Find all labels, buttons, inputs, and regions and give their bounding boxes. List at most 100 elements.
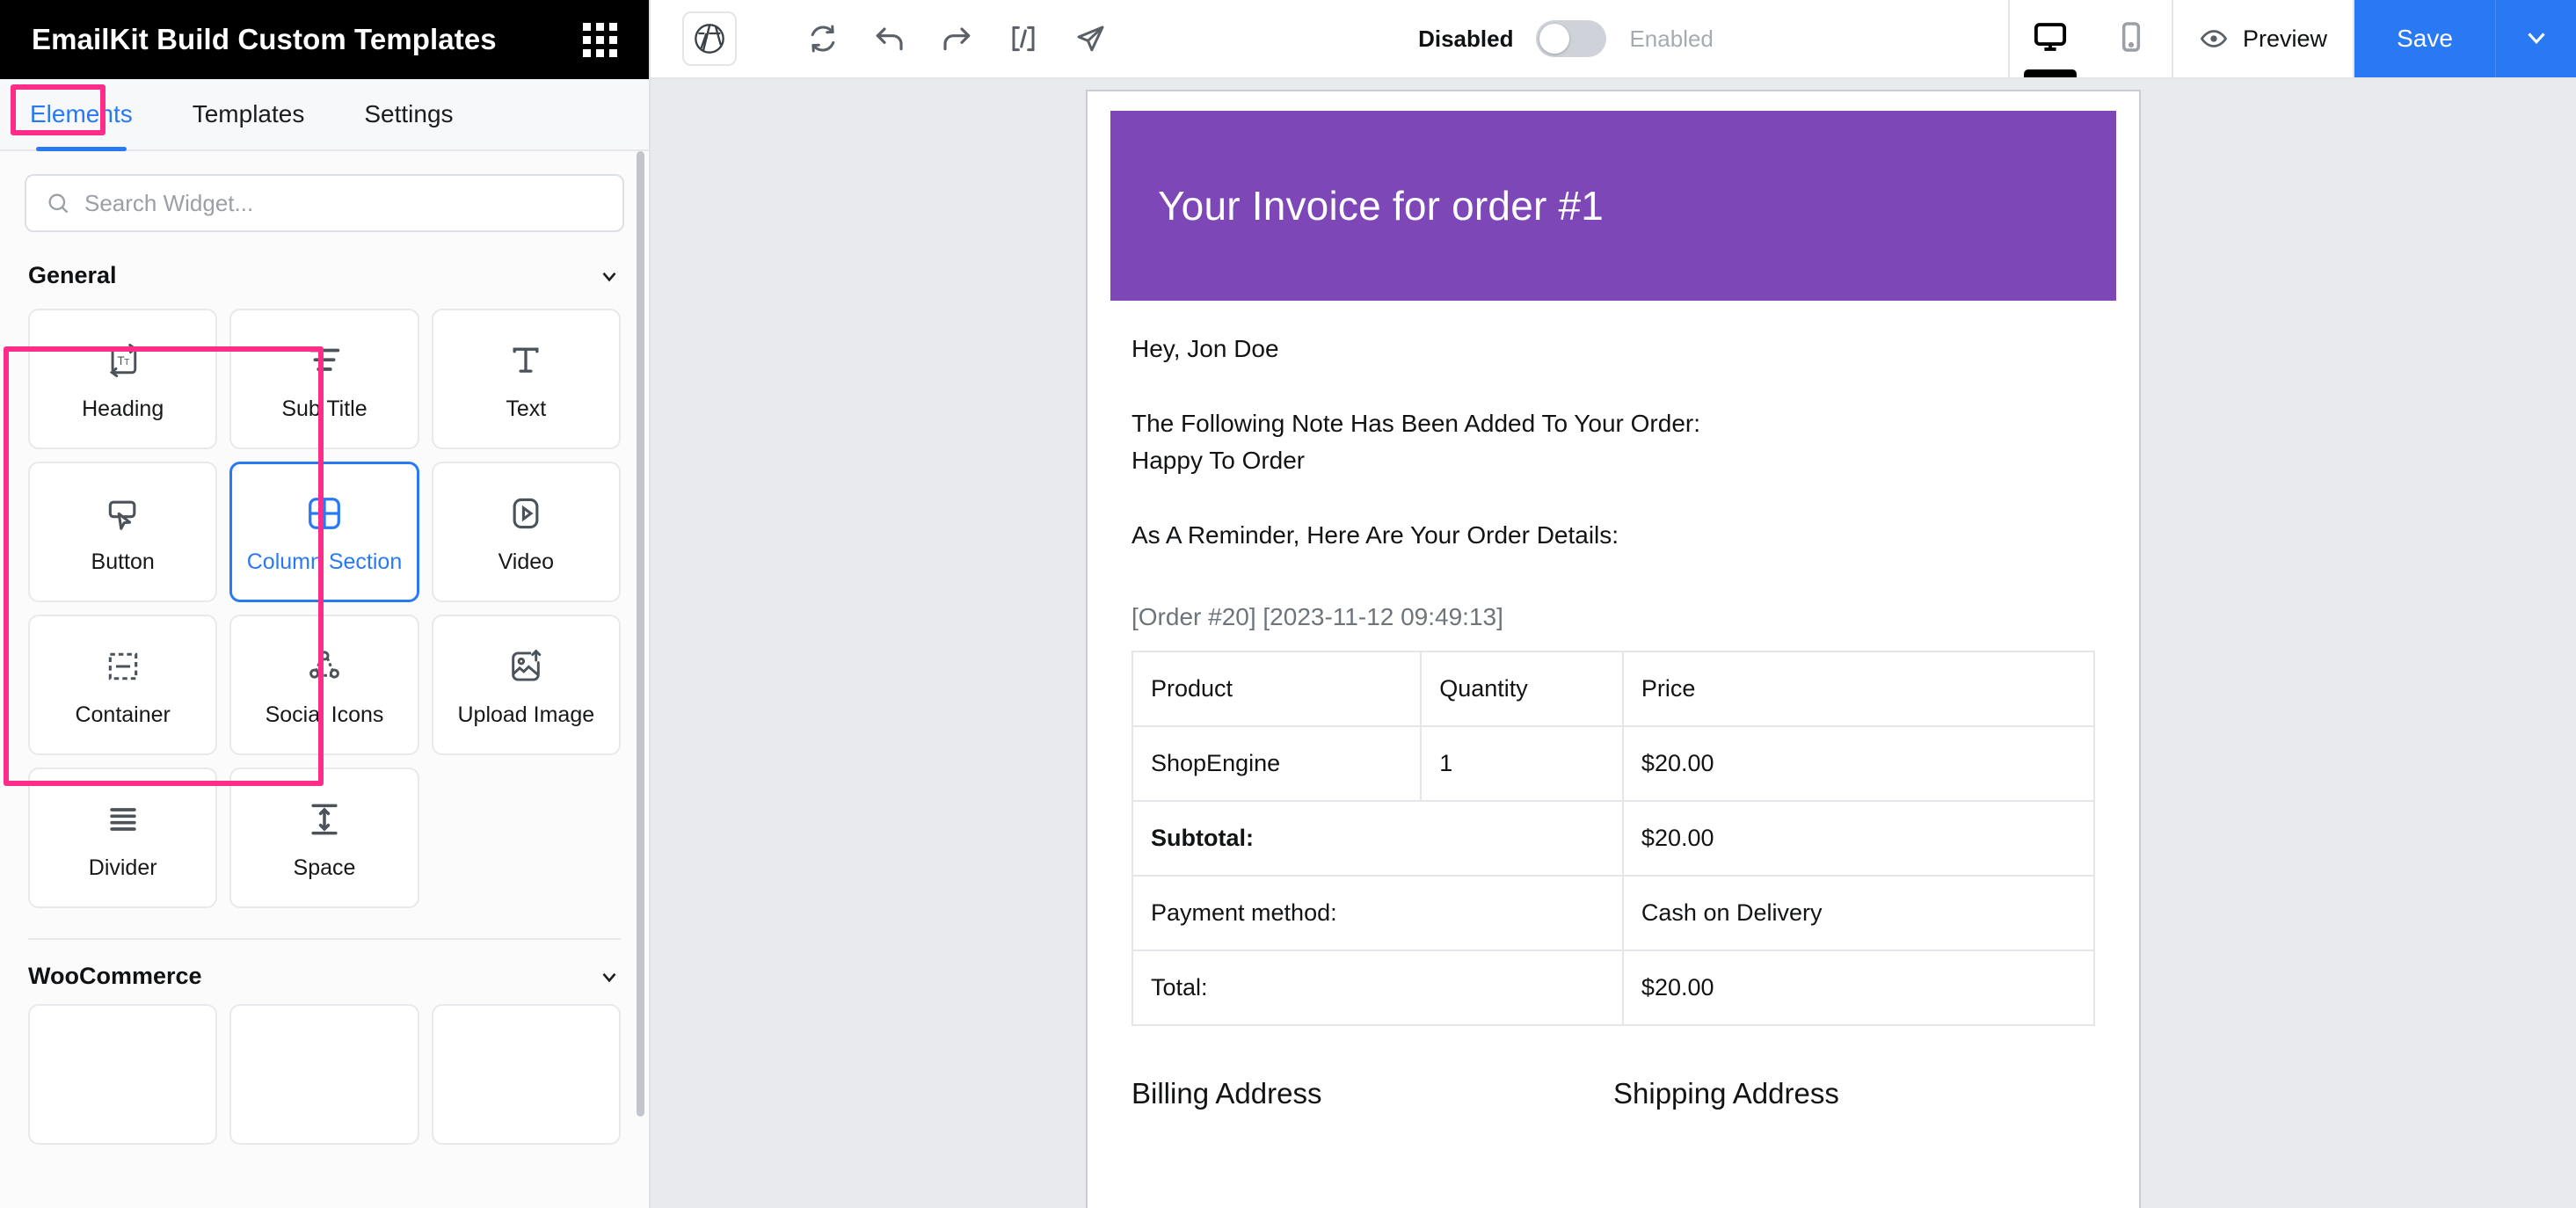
- sidebar-scroll-area: General T: [0, 151, 649, 1208]
- address-row: Billing Address Shipping Address: [1132, 1077, 2095, 1110]
- text-icon: [506, 337, 545, 384]
- section-title-woocommerce: WooCommerce: [28, 963, 202, 989]
- table-cell-label: Total:: [1132, 950, 1624, 1027]
- table-cell-quantity: 1: [1420, 725, 1624, 803]
- widget-label: Space: [293, 855, 356, 880]
- tab-settings[interactable]: Settings: [334, 79, 483, 149]
- table-row: ShopEngine 1 $20.00: [1131, 725, 2096, 803]
- device-preview-group: [2008, 0, 2173, 77]
- redo-icon[interactable]: [923, 11, 990, 66]
- preview-button[interactable]: Preview: [2173, 0, 2354, 77]
- table-row-subtotal: Subtotal: $20.00: [1132, 800, 2096, 877]
- device-desktop-button[interactable]: [2010, 0, 2091, 77]
- upload-image-icon: [506, 643, 545, 690]
- widget-card-button[interactable]: Button: [28, 462, 218, 602]
- widget-label: Video: [498, 549, 555, 574]
- container-icon: [104, 643, 142, 690]
- shipping-address-heading: Shipping Address: [1613, 1077, 1839, 1110]
- enable-toggle[interactable]: [1536, 20, 1607, 57]
- sidebar-tabs: Elements Templates Settings: [0, 79, 649, 151]
- eye-icon: [2199, 24, 2229, 54]
- email-canvas: Your Invoice for order #1 Hey, Jon Doe T…: [651, 79, 2576, 1208]
- widget-card-video[interactable]: Video: [431, 462, 621, 602]
- search-widget-wrap: [25, 151, 624, 232]
- email-body: Hey, Jon Doe The Following Note Has Been…: [1110, 331, 2116, 1110]
- widget-card-upload-image[interactable]: Upload Image: [431, 615, 621, 755]
- main-area: Disabled Enabled Preview Save Your Invoi…: [651, 0, 2576, 1208]
- heading-icon: T T: [104, 337, 142, 384]
- chevron-down-icon: [598, 965, 621, 988]
- svg-text:T: T: [124, 358, 130, 367]
- widget-card-heading[interactable]: T T Heading: [28, 309, 218, 449]
- widget-card-sub-title[interactable]: Sub Title: [229, 309, 419, 449]
- tab-settings-label: Settings: [364, 100, 454, 127]
- section-header-woocommerce[interactable]: WooCommerce: [25, 940, 624, 999]
- undo-icon[interactable]: [856, 11, 923, 66]
- send-icon[interactable]: [1057, 11, 1124, 66]
- search-input[interactable]: [84, 189, 603, 217]
- video-play-icon: [506, 490, 545, 537]
- tab-elements[interactable]: Elements: [0, 79, 163, 151]
- email-greeting: Hey, Jon Doe: [1132, 335, 1279, 362]
- widget-card-social-icons[interactable]: Social Icons: [229, 615, 419, 755]
- toolbar-left-group: [651, 0, 1124, 77]
- tab-templates[interactable]: Templates: [163, 79, 335, 149]
- widget-card-column-section[interactable]: Column Section: [229, 462, 419, 602]
- shortcode-icon[interactable]: [990, 11, 1057, 66]
- invoice-table: Product Quantity Price ShopEngine 1 $20.…: [1131, 651, 2096, 1027]
- toggle-label-enabled: Enabled: [1629, 25, 1714, 52]
- widget-card-space[interactable]: Space: [229, 768, 419, 908]
- widget-card-divider[interactable]: Divider: [28, 768, 218, 908]
- table-row-payment-method: Payment method: Cash on Delivery: [1132, 875, 2096, 952]
- widget-card-text[interactable]: Text: [431, 309, 621, 449]
- widget-card-partial[interactable]: [431, 1004, 621, 1145]
- button-icon: [104, 490, 142, 537]
- table-header-row: Product Quantity Price: [1131, 651, 2096, 728]
- search-icon: [46, 191, 70, 215]
- widget-label: Heading: [82, 397, 164, 421]
- chevron-down-icon: [2521, 22, 2551, 56]
- sidebar-scrollbar[interactable]: [637, 151, 644, 1117]
- save-button[interactable]: Save: [2354, 0, 2495, 77]
- search-box[interactable]: [25, 174, 624, 232]
- save-options-button[interactable]: [2495, 0, 2576, 77]
- device-mobile-button[interactable]: [2091, 0, 2172, 77]
- table-header-cell: Price: [1621, 651, 2096, 728]
- emailkit-builder-app: EmailKit Build Custom Templates Elements…: [0, 0, 2576, 1208]
- widget-card-partial[interactable]: [28, 1004, 218, 1145]
- enable-disable-toggle-group: Disabled Enabled: [1418, 20, 1714, 57]
- social-icons-icon: [305, 643, 344, 690]
- apps-grid-icon[interactable]: [583, 22, 617, 57]
- widget-label: Text: [506, 397, 547, 421]
- email-hero-banner[interactable]: Your Invoice for order #1: [1110, 111, 2116, 301]
- email-order-meta: [Order #20] [2023-11-12 09:49:13]: [1132, 603, 1503, 631]
- email-preview-frame: Your Invoice for order #1 Hey, Jon Doe T…: [1086, 90, 2141, 1208]
- table-cell-value: $20.00: [1621, 950, 2096, 1027]
- table-cell-label: Payment method:: [1132, 875, 1624, 952]
- widget-label: Button: [91, 549, 155, 574]
- table-cell-price: $20.00: [1621, 725, 2096, 803]
- toolbar-action-icons: [790, 11, 1124, 66]
- desktop-monitor-icon: [2031, 18, 2070, 61]
- table-cell-value: Cash on Delivery: [1621, 875, 2096, 952]
- widget-grid-general: T T Heading Sub Title Text Button Column…: [25, 303, 624, 908]
- wordpress-logo-icon[interactable]: [682, 11, 737, 66]
- preview-label: Preview: [2242, 25, 2328, 52]
- section-header-general[interactable]: General: [25, 232, 624, 303]
- email-reminder: As A Reminder, Here Are Your Order Detai…: [1132, 520, 1619, 549]
- app-title: EmailKit Build Custom Templates: [32, 23, 497, 55]
- widget-label: Container: [75, 702, 171, 727]
- table-header-cell: Quantity: [1420, 651, 1624, 728]
- toggle-knob: [1539, 24, 1570, 54]
- widget-card-container[interactable]: Container: [28, 615, 218, 755]
- sync-refresh-icon[interactable]: [790, 11, 856, 66]
- toolbar-center-group: Disabled Enabled: [1124, 0, 2008, 77]
- widget-card-partial[interactable]: [229, 1004, 419, 1145]
- table-cell-value: $20.00: [1621, 800, 2096, 877]
- widget-label: Column Section: [246, 549, 403, 574]
- email-hero-title: Your Invoice for order #1: [1158, 183, 1605, 229]
- left-sidebar: EmailKit Build Custom Templates Elements…: [0, 0, 651, 1208]
- top-toolbar: Disabled Enabled Preview Save: [651, 0, 2576, 79]
- billing-address-block: Billing Address: [1132, 1077, 1613, 1110]
- shipping-address-block: Shipping Address: [1613, 1077, 2095, 1110]
